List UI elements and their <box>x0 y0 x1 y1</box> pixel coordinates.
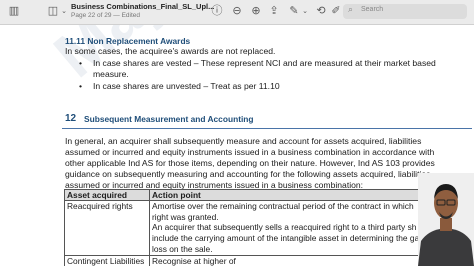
table-cell-asset: Reacquired rights <box>64 200 150 256</box>
info-icon[interactable]: ⓘ <box>211 5 223 17</box>
action-line: Recognise at higher of <box>152 255 236 266</box>
action-line: include the carrying amount of the intan… <box>152 233 422 244</box>
chevron-down-icon[interactable]: ⌄ <box>58 5 70 17</box>
sidebar-toggle-icon[interactable]: ▥ <box>8 5 20 17</box>
share-icon[interactable]: ⇪ <box>268 5 280 17</box>
section-title: Subsequent Measurement and Accounting <box>84 114 254 124</box>
bullet-1-line-2: measure. <box>93 69 129 79</box>
table-row: Reacquired rights Amortise over the rema… <box>64 200 445 256</box>
action-line: An acquirer that subsequently sells a re… <box>152 222 417 233</box>
table-cell-action: Recognise at higher of <box>149 254 445 266</box>
action-line: loss on the sale. <box>152 243 213 254</box>
search-icon: ⌕ <box>348 5 354 15</box>
zoom-in-icon[interactable]: ⊕ <box>250 5 262 17</box>
measurement-table: Asset acquired Action point Reacquired r… <box>64 189 445 266</box>
bullet-1-line-1: In case shares are vested – These repres… <box>93 58 436 68</box>
window-toolbar: ▥ ◫ ⌄ Business Combinations_Final_SL_Upl… <box>0 0 474 25</box>
bullet-icon: • <box>79 81 83 91</box>
search-input[interactable]: ⌕ Search <box>343 4 467 19</box>
paragraph-line: guidance on subsequently measuring and a… <box>65 169 431 179</box>
table-header-asset: Asset acquired <box>64 189 150 201</box>
paragraph-line: other applicable Ind AS for those items,… <box>65 158 435 168</box>
rotate-icon[interactable]: ⟲ <box>315 5 327 17</box>
document-page-status: Page 22 of 29 — Edited <box>71 12 141 19</box>
action-line: right was granted. <box>152 211 219 222</box>
table-row: Contingent Liabilities Recognise at high… <box>64 254 445 266</box>
paragraph-line: In general, an acquirer shall subsequent… <box>65 136 422 146</box>
zoom-out-icon[interactable]: ⊖ <box>231 5 243 17</box>
pdf-page: Mayur Inge 11.11 Non Replacement Awards … <box>0 25 474 266</box>
asset-label: Contingent Liabilities <box>67 255 145 266</box>
action-line: Amortise over the remaining contractual … <box>152 201 414 211</box>
bullet-2-line-1: In case shares are unvested – Treat as p… <box>93 81 280 91</box>
section-rule <box>62 128 472 129</box>
presenter-webcam <box>418 173 474 266</box>
markup-menu-chevron-icon[interactable]: ⌄ <box>299 5 311 17</box>
asset-label: Reacquired rights <box>67 201 133 211</box>
table-cell-asset: Contingent Liabilities <box>64 254 150 266</box>
heading-11-11: 11.11 Non Replacement Awards <box>65 36 191 46</box>
table-header-row: Asset acquired Action point <box>64 189 445 201</box>
table-cell-action: Amortise over the remaining contractual … <box>149 200 445 256</box>
document-title: Business Combinations_Final_SL_Upl... <box>71 2 215 11</box>
bullet-icon: • <box>79 58 83 68</box>
highlight-icon[interactable]: ✐ <box>330 5 342 17</box>
section-number: 12 <box>65 113 77 124</box>
intro-text: In some cases, the acquiree's awards are… <box>65 46 276 56</box>
paragraph-line: assumed or incurred and equity instrumen… <box>65 147 435 157</box>
table-header-action: Action point <box>149 189 445 201</box>
search-placeholder: Search <box>361 6 384 13</box>
